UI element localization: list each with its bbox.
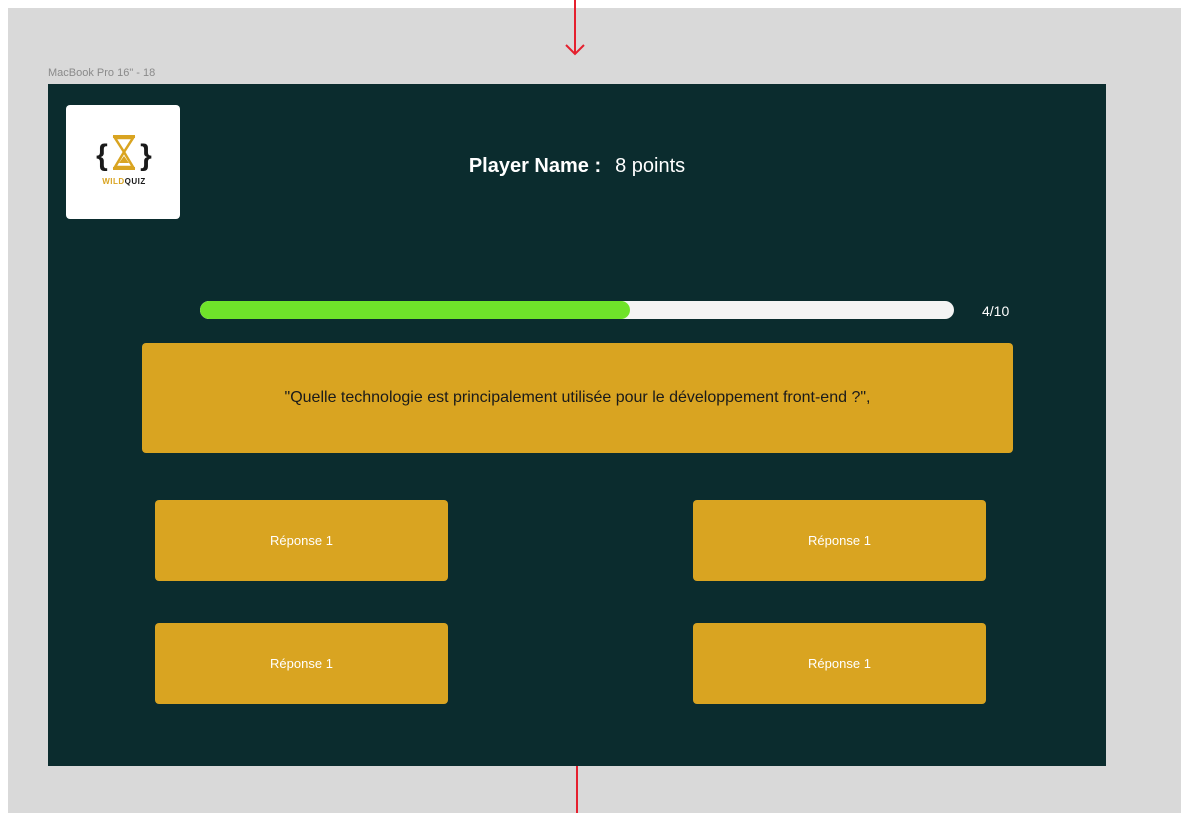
question-counter: 4/10 xyxy=(982,303,1010,319)
progress-bar-fill xyxy=(200,301,630,319)
player-name-label: Player Name : xyxy=(468,155,602,177)
answer-button-2[interactable]: Réponse 1 xyxy=(693,500,986,581)
player-score-header: Player Name : 8 points xyxy=(48,152,1106,180)
answer-button-1[interactable]: Réponse 1 xyxy=(155,500,448,581)
answer-button-3[interactable]: Réponse 1 xyxy=(155,623,448,704)
quiz-screen: { } WILDQUIZ Player Name :8 points 4/10 … xyxy=(48,84,1106,766)
answer-label: Réponse 1 xyxy=(270,533,333,548)
flow-arrow-down-icon xyxy=(565,0,585,56)
answer-label: Réponse 1 xyxy=(270,656,333,671)
answer-button-4[interactable]: Réponse 1 xyxy=(693,623,986,704)
question-card: "Quelle technologie est principalement u… xyxy=(142,343,1013,453)
flow-connector-line xyxy=(576,766,578,813)
player-score: 8 points xyxy=(615,155,686,177)
frame-label: MacBook Pro 16" - 18 xyxy=(48,67,156,79)
question-text: "Quelle technologie est principalement u… xyxy=(284,389,871,406)
progress-bar xyxy=(200,301,954,319)
answer-label: Réponse 1 xyxy=(808,656,871,671)
answer-label: Réponse 1 xyxy=(808,533,871,548)
